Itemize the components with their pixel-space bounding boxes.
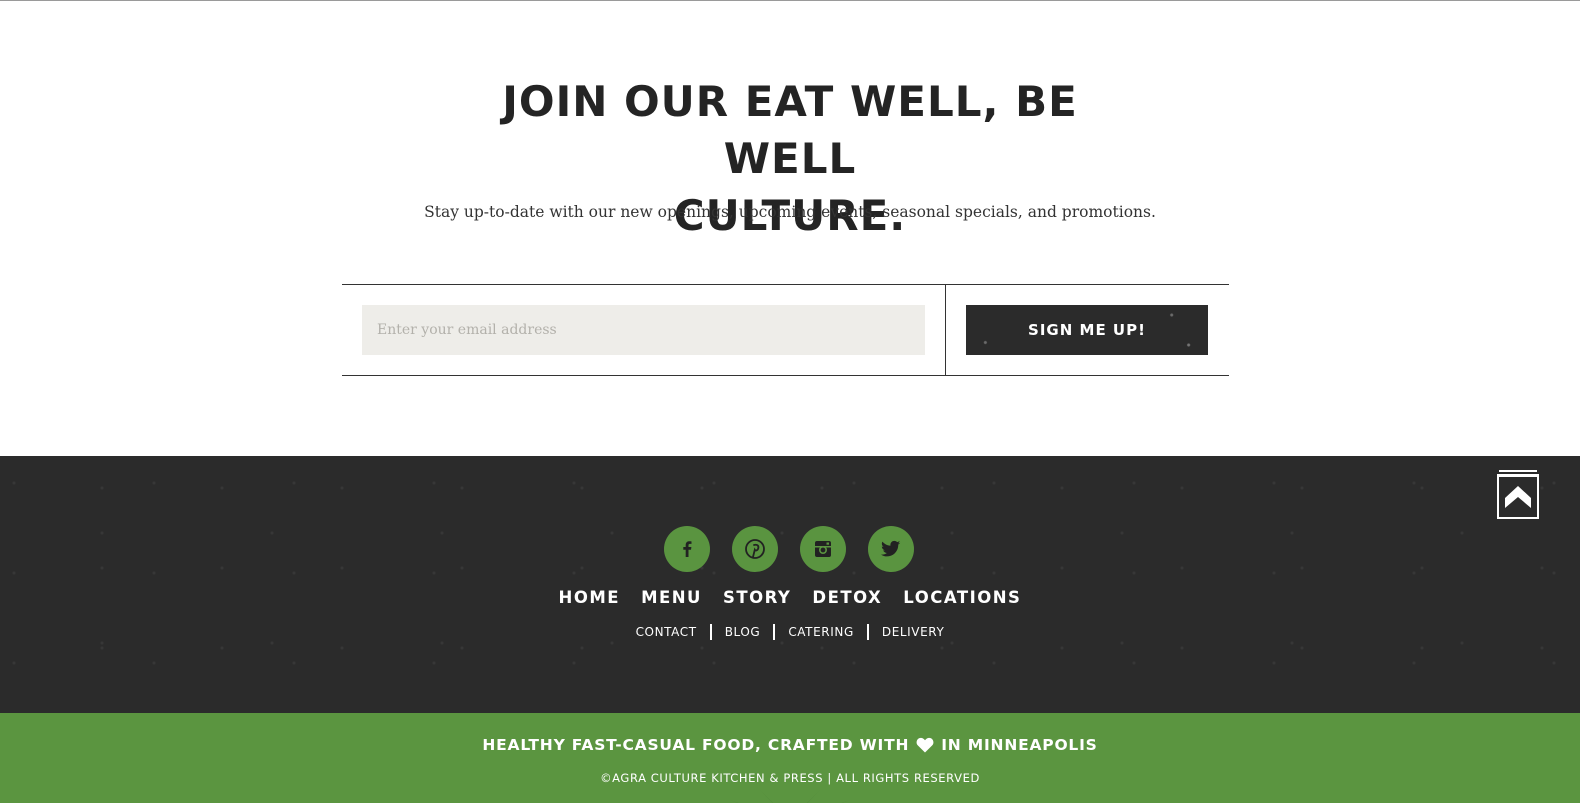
pinterest-icon (745, 539, 765, 559)
tagline-start: HEALTHY FAST-CASUAL FOOD, CRAFTED WITH (482, 736, 910, 754)
twitter-icon (881, 540, 901, 557)
footer-tagline: HEALTHY FAST-CASUAL FOOD, CRAFTED WITH I… (0, 736, 1580, 754)
instagram-icon (815, 541, 831, 557)
nav-contact[interactable]: CONTACT (623, 625, 710, 639)
newsletter-section: JOIN OUR EAT WELL, BE WELL CULTURE. Stay… (0, 1, 1580, 456)
footer-main: HOME MENU STORY DETOX LOCATIONS CONTACT … (0, 456, 1580, 713)
pinterest-link[interactable] (732, 526, 778, 572)
headline-line-1: JOIN OUR EAT WELL, BE WELL (502, 77, 1078, 183)
nav-story[interactable]: STORY (723, 588, 791, 607)
nav-blog[interactable]: BLOG (712, 625, 774, 639)
nav-locations[interactable]: LOCATIONS (903, 588, 1021, 607)
nav-delivery[interactable]: DELIVERY (869, 625, 958, 639)
copyright-text: ©AGRA CULTURE KITCHEN & PRESS | ALL RIGH… (600, 771, 980, 785)
instagram-link[interactable] (800, 526, 846, 572)
twitter-link[interactable] (868, 526, 914, 572)
footer-sub-nav: CONTACT BLOG CATERING DELIVERY (0, 624, 1580, 640)
facebook-link[interactable] (664, 526, 710, 572)
back-to-top-button[interactable] (1497, 470, 1539, 519)
nav-menu[interactable]: MENU (641, 588, 702, 607)
social-links (664, 526, 914, 572)
footer-bottom-bar: HEALTHY FAST-CASUAL FOOD, CRAFTED WITH I… (0, 713, 1580, 803)
sign-me-up-button[interactable]: SIGN ME UP! (966, 305, 1208, 355)
nav-home[interactable]: HOME (559, 588, 621, 607)
footer-main-nav: HOME MENU STORY DETOX LOCATIONS (0, 588, 1580, 607)
newsletter-form: SIGN ME UP! (342, 284, 1229, 376)
nav-detox[interactable]: DETOX (812, 588, 882, 607)
form-divider (945, 285, 946, 375)
nav-catering[interactable]: CATERING (775, 625, 867, 639)
chevron-up-icon (1505, 486, 1531, 508)
sunburst-decoration (730, 785, 850, 803)
tagline-end: IN MINNEAPOLIS (941, 736, 1098, 754)
newsletter-subtext: Stay up-to-date with our new openings, u… (424, 203, 1156, 221)
facebook-icon (683, 541, 692, 557)
email-input[interactable] (362, 305, 925, 355)
heart-icon (916, 737, 934, 753)
